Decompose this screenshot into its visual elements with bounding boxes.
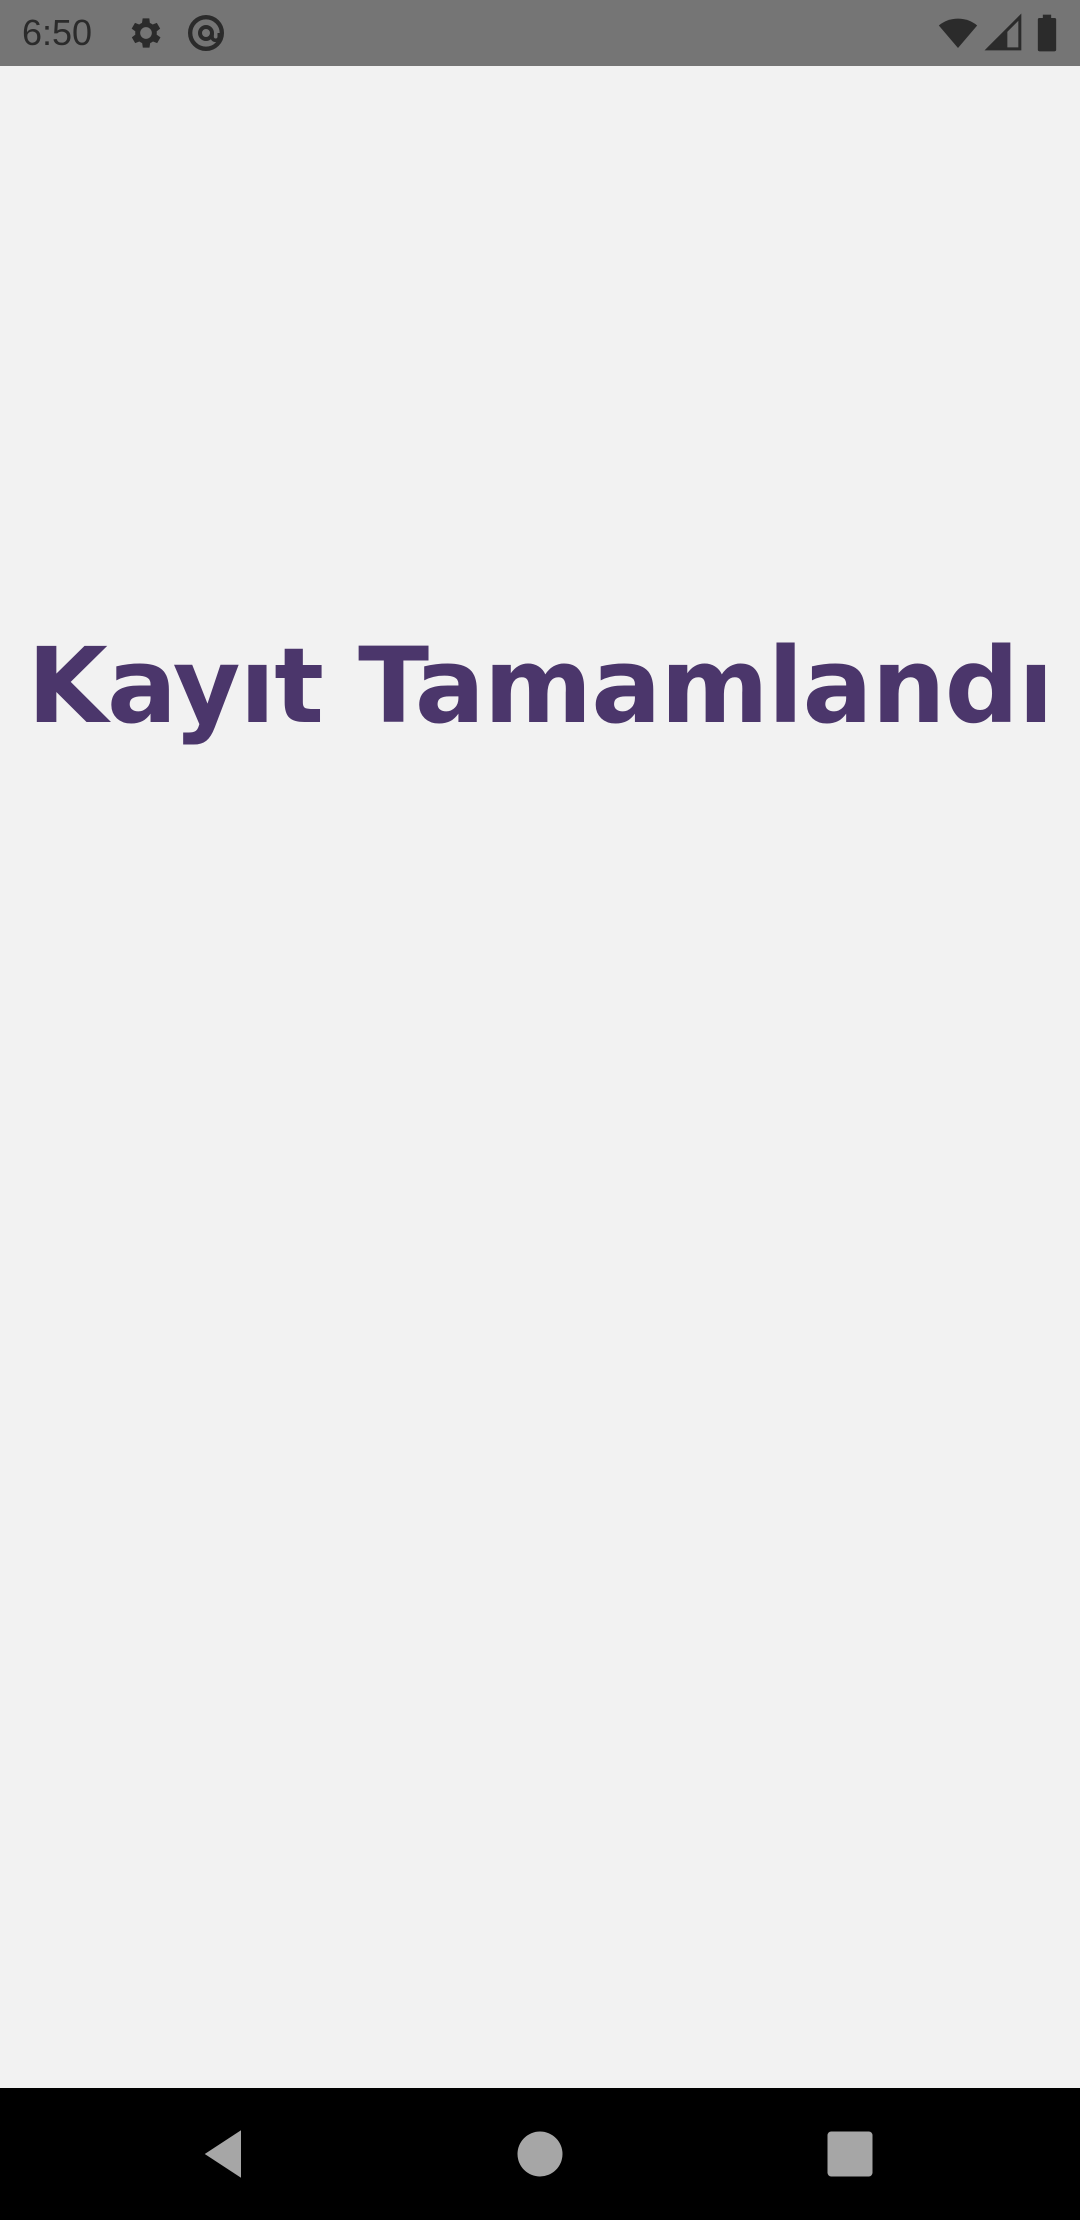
wifi-icon (936, 13, 980, 53)
status-bar: 6:50 (0, 0, 1080, 66)
main-content: Kayıt Tamamlandı (0, 66, 1080, 2088)
battery-icon (1030, 13, 1064, 53)
at-sign-icon (186, 13, 226, 53)
app-screen: 6:50 Kayıt Tamamlandı (0, 0, 1080, 2220)
cellular-signal-icon (984, 13, 1024, 53)
back-triangle-icon[interactable] (196, 2124, 256, 2184)
settings-gear-icon (126, 13, 166, 53)
status-time: 6:50 (22, 12, 93, 53)
home-circle-icon[interactable] (510, 2124, 570, 2184)
recents-square-icon[interactable] (820, 2124, 880, 2184)
navigation-bar (0, 2088, 1080, 2220)
page-title: Kayıt Tamamlandı (27, 625, 1054, 747)
